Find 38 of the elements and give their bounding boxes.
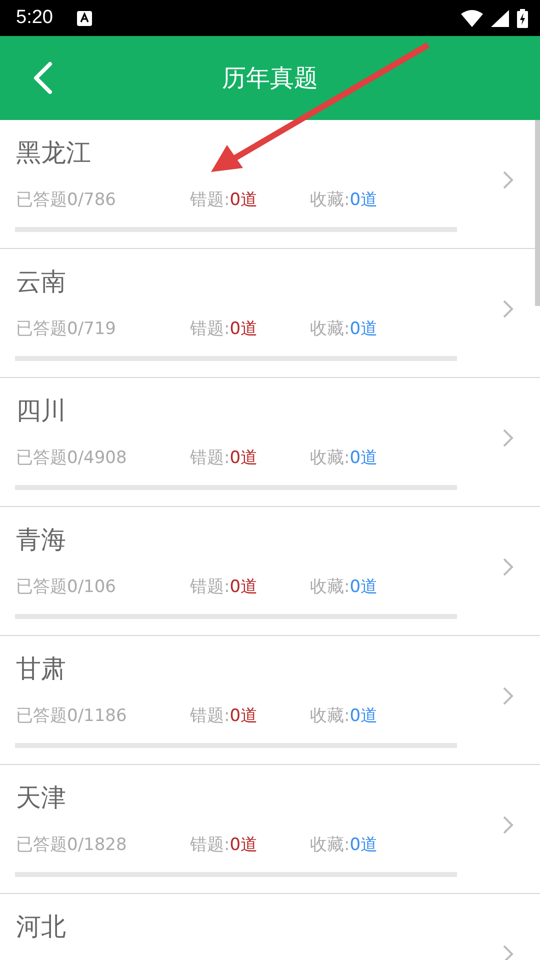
chevron-icon <box>502 299 514 319</box>
answered-count: 已答题0/106 <box>16 576 116 598</box>
notification-icon <box>76 10 92 26</box>
answered-count: 已答题0/1186 <box>16 705 127 727</box>
answered-count: 已答题0/1828 <box>16 834 127 856</box>
wrong-count: 错题:0道 <box>190 189 258 211</box>
chevron-icon <box>502 557 514 577</box>
region-name: 四川 <box>16 395 66 427</box>
region-name: 黑龙江 <box>16 137 91 169</box>
wrong-count: 错题:0道 <box>190 576 258 598</box>
wifi-icon <box>461 10 483 26</box>
favorite-count: 收藏:0道 <box>310 705 378 727</box>
region-name: 河北 <box>16 911 66 943</box>
favorite-count: 收藏:0道 <box>310 189 378 211</box>
answered-count: 已答题0/786 <box>16 189 116 211</box>
favorite-count: 收藏:0道 <box>310 318 378 340</box>
battery-icon <box>517 8 528 28</box>
favorite-count: 收藏:0道 <box>310 576 378 598</box>
chevron-icon <box>502 170 514 190</box>
favorite-count: 收藏:0道 <box>310 834 378 856</box>
answered-count: 已答题0/719 <box>16 318 116 340</box>
region-name: 甘肃 <box>16 653 66 685</box>
wrong-count: 错题:0道 <box>190 705 258 727</box>
region-name: 青海 <box>16 524 66 556</box>
wrong-count: 错题:0道 <box>190 318 258 340</box>
wrong-count: 错题:0道 <box>190 447 258 469</box>
favorite-count: 收藏:0道 <box>310 447 378 469</box>
signal-icon <box>491 10 509 26</box>
chevron-icon <box>502 428 514 448</box>
region-name: 天津 <box>16 782 66 814</box>
chevron-icon <box>502 815 514 835</box>
answered-count: 已答题0/4908 <box>16 447 127 469</box>
page-title: 历年真题 <box>222 63 318 94</box>
wrong-count: 错题:0道 <box>190 834 258 856</box>
chevron-icon <box>502 944 514 960</box>
chevron-icon <box>502 686 514 706</box>
status-time: 5:20 <box>16 7 53 29</box>
region-name: 云南 <box>16 266 66 298</box>
